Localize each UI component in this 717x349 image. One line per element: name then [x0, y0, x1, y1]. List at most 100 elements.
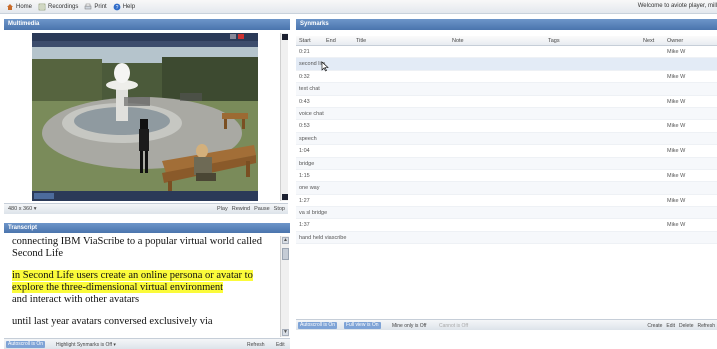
transcript-text[interactable]: connecting IBM ViaScribe to a popular vi…: [4, 236, 280, 337]
transcript-scrollbar[interactable]: ▲ ▼: [280, 236, 289, 337]
stop-button[interactable]: Stop: [274, 206, 285, 212]
col-title[interactable]: Title: [356, 38, 366, 44]
video-scrollbar[interactable]: [280, 33, 288, 201]
transcript-scroll-thumb[interactable]: [282, 248, 289, 260]
nav-recordings-label: Recordings: [48, 3, 79, 10]
highlight-synmarks-toggle[interactable]: Highlight Synmarks is Off ▾: [56, 342, 116, 348]
synmark-start: 0:32: [299, 73, 310, 80]
transcript-line: and interact with other avatars: [12, 294, 140, 305]
video-player[interactable]: [32, 33, 258, 201]
transcript-paragraph: and interact with other avatars: [12, 294, 280, 306]
synmark-title: va sl bridge: [299, 210, 328, 217]
transcript-edit-button[interactable]: Edit: [276, 342, 285, 348]
transcript-header-label: Transcript: [8, 225, 38, 231]
col-note[interactable]: Note: [452, 38, 464, 44]
synmark-owner: Mike W: [667, 123, 686, 130]
synmark-owner: Mike W: [667, 222, 686, 229]
resolution-select[interactable]: 480 x 360 ▾: [8, 206, 36, 212]
col-next[interactable]: Next: [643, 38, 654, 44]
synmark-start: 0:43: [299, 98, 310, 105]
synmark-title: voice chat: [299, 110, 324, 117]
table-row[interactable]: va sl bridge: [296, 207, 717, 220]
table-row[interactable]: 1:27 Mike W: [296, 195, 717, 208]
top-nav-bar: Home Recordings Print ? Help Welcome to …: [0, 0, 717, 14]
table-row[interactable]: hand held viascribe: [296, 231, 717, 245]
synmark-start: 1:15: [299, 172, 310, 179]
cannot-toggle[interactable]: Cannot is Off: [439, 323, 468, 329]
transcript-paragraph: in Second Life users create an online pe…: [12, 270, 280, 294]
synmarks-header: Synmarks: [296, 19, 717, 30]
video-scroll-up[interactable]: [282, 34, 288, 40]
multimedia-header: Multimedia: [4, 19, 290, 30]
transcript-line-highlighted: in Second Life users create an online pe…: [12, 270, 253, 293]
video-controls-bar: 480 x 360 ▾ Play Rewind Pause Stop: [4, 203, 288, 214]
welcome-text: Welcome to aviote player, mill: [637, 3, 717, 9]
playback-buttons: Play Rewind Pause Stop: [217, 206, 285, 212]
create-button[interactable]: Create: [647, 323, 662, 329]
recordings-icon: [38, 3, 46, 10]
mouse-cursor-icon: [321, 62, 329, 72]
synmarks-actions: Create Edit Delete Refresh: [647, 323, 715, 329]
table-row[interactable]: second life: [296, 58, 717, 71]
print-icon: [85, 3, 92, 9]
synmark-title: bridge: [299, 160, 315, 167]
table-row[interactable]: voice chat: [296, 107, 717, 121]
table-row[interactable]: 0:43 Mike W: [296, 96, 717, 108]
home-icon: [7, 3, 13, 10]
synmark-title: text chat: [299, 86, 320, 93]
table-row[interactable]: 1:04 Mike W: [296, 145, 717, 158]
col-start[interactable]: Start: [299, 38, 311, 44]
nav-print-label: Print: [94, 3, 107, 10]
transcript-toolbar: Autoscroll is On Highlight Synmarks is O…: [4, 338, 290, 349]
synmark-title: hand held viascribe: [299, 234, 347, 241]
transcript-paragraph: until last year avatars conversed exclus…: [12, 316, 280, 328]
delete-button[interactable]: Delete: [679, 323, 693, 329]
synmarks-header-label: Synmarks: [300, 21, 329, 27]
synmarks-rows: 0:21 Mike W second life 0:32 Mike W text chat…: [296, 46, 717, 245]
pause-button[interactable]: Pause: [254, 206, 270, 212]
synmarks-toolbar: Autoscroll is On Full view is On Mine on…: [296, 319, 717, 330]
table-row[interactable]: speech: [296, 132, 717, 146]
col-tags[interactable]: Tags: [548, 38, 560, 44]
transcript-refresh-button[interactable]: Refresh: [247, 342, 265, 348]
transcript-line: until last year avatars conversed exclus…: [12, 316, 213, 327]
table-row[interactable]: text chat: [296, 83, 717, 96]
synmark-start: 0:53: [299, 123, 310, 130]
full-view-toggle[interactable]: Full view is On: [344, 322, 381, 329]
mine-only-toggle[interactable]: Mine only is Off: [392, 323, 426, 329]
transcript-autoscroll-toggle[interactable]: Autoscroll is On: [6, 341, 46, 348]
nav-help[interactable]: ? Help: [113, 3, 135, 11]
synmarks-table-header: Start End Title Note Tags Next Owner: [296, 36, 717, 46]
synmark-owner: Mike W: [667, 49, 686, 55]
table-row[interactable]: bridge: [296, 157, 717, 170]
resolution-label: 480 x 360: [8, 206, 33, 212]
edit-button[interactable]: Edit: [666, 323, 675, 329]
col-owner[interactable]: Owner: [667, 38, 683, 44]
video-scene: [32, 33, 258, 201]
synmarks-autoscroll-toggle[interactable]: Autoscroll is On: [298, 322, 338, 329]
transcript-scroll-down[interactable]: ▼: [282, 329, 289, 336]
table-row[interactable]: one way: [296, 182, 717, 195]
nav-recordings[interactable]: Recordings: [38, 3, 78, 11]
video-area[interactable]: [4, 30, 288, 202]
synmark-start: 1:27: [299, 197, 310, 204]
table-row[interactable]: 1:37 Mike W: [296, 219, 717, 232]
table-row[interactable]: 0:21 Mike W: [296, 46, 717, 59]
synmarks-table[interactable]: Start End Title Note Tags Next Owner 0:2…: [296, 36, 717, 318]
table-row[interactable]: 0:32 Mike W: [296, 71, 717, 84]
play-button[interactable]: Play: [217, 206, 228, 212]
nav-print[interactable]: Print: [84, 3, 107, 11]
synmark-title: one way: [299, 185, 320, 192]
help-icon: ?: [113, 3, 121, 11]
rewind-button[interactable]: Rewind: [232, 206, 250, 212]
table-row[interactable]: 0:53 Mike W: [296, 120, 717, 133]
synmark-owner: Mike W: [667, 172, 686, 179]
synmark-title: speech: [299, 135, 317, 142]
col-end[interactable]: End: [326, 38, 336, 44]
table-row[interactable]: 1:15 Mike W: [296, 170, 717, 183]
video-scroll-down[interactable]: [282, 194, 288, 200]
transcript-scroll-up[interactable]: ▲: [282, 237, 289, 244]
refresh-button[interactable]: Refresh: [697, 323, 715, 329]
nav-home[interactable]: Home: [6, 3, 32, 11]
nav-help-label: Help: [122, 3, 136, 10]
